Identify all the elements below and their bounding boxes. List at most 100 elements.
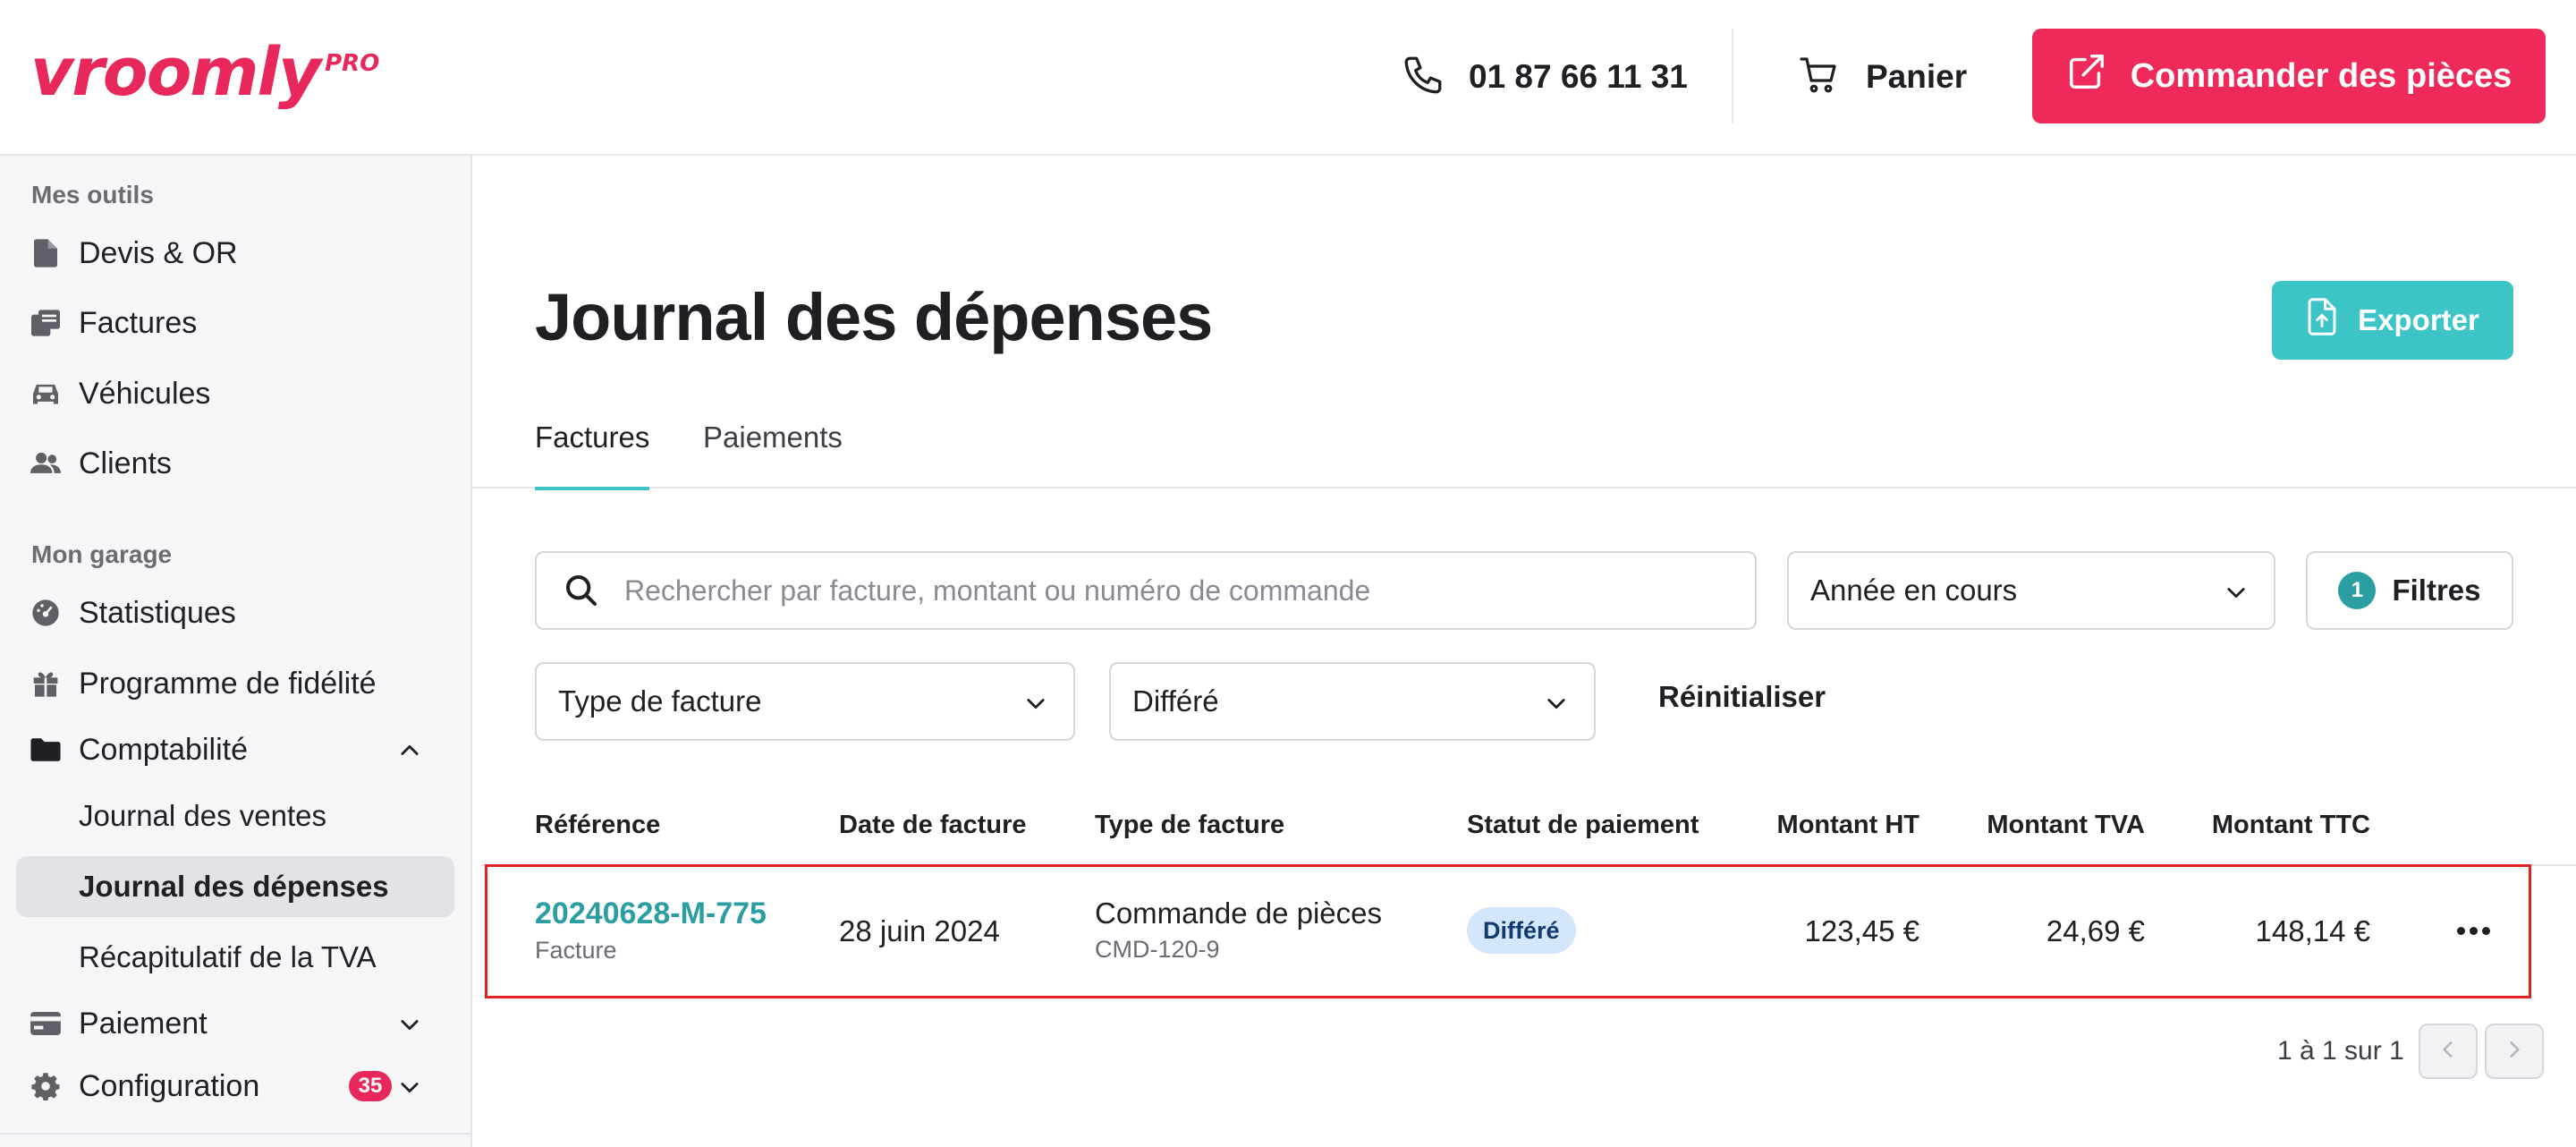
search-icon [564,573,599,608]
header-divider [1732,29,1733,123]
gear-icon [30,1071,61,1101]
invoice-type-select-value: Type de facture [558,684,762,718]
dot [2469,926,2478,935]
sidebar-subitem-sales-journal[interactable]: Journal des ventes [16,786,454,846]
section-title-garage: Mon garage [31,540,173,568]
invoice-icon [30,308,61,338]
amount-ht: 123,45 € [1804,914,1919,947]
sidebar-item-label: Devis & OR [79,235,238,270]
previous-page-button[interactable] [2419,1024,2478,1079]
chevron-up-icon [397,738,422,768]
sidebar-item-vehicles[interactable]: Véhicules [16,364,454,423]
card-icon [30,1008,61,1039]
external-link-icon [2066,51,2107,101]
order-number: CMD-120-9 [1095,936,1220,963]
notification-badge: 35 [349,1071,392,1101]
more-actions-icon[interactable] [2451,911,2496,950]
chevron-down-icon [2224,580,2249,609]
column-header-amount-ht: Montant HT [1776,811,1919,839]
sidebar-subitem-vat-summary[interactable]: Récapitulatif de la TVA [16,927,454,988]
sidebar-item-statistics[interactable]: Statistiques [16,583,454,642]
sidebar-item-accounting[interactable]: Comptabilité [16,720,454,779]
sidebar-item-label: Véhicules [79,376,211,411]
vroomly-logo[interactable]: vroomly PRO [30,32,379,113]
pagination-summary: 1 à 1 sur 1 [2277,1036,2404,1066]
sidebar-divider [0,1133,472,1134]
order-parts-button[interactable]: Commander des pièces [2032,29,2546,123]
page-title: Journal des dépenses [535,280,1213,354]
reference-cell: 20240628-M-775 Facture [535,896,767,964]
sidebar-item-label: Clients [79,446,172,480]
filters-button[interactable]: 1 Filtres [2306,551,2513,630]
dot [2481,926,2490,935]
filters-label: Filtres [2392,574,2481,607]
chevron-down-icon [1544,691,1569,720]
sidebar-subitem-label: Journal des dépenses [79,870,389,903]
invoice-type-select[interactable]: Type de facture [535,662,1075,741]
sidebar-item-label: Statistiques [79,595,236,630]
file-upload-icon [2306,298,2338,343]
sidebar-item-label: Configuration [79,1068,260,1103]
sidebar-item-label: Programme de fidélité [79,666,377,701]
sidebar-item-configuration[interactable]: Configuration 35 [16,1057,454,1116]
column-header-reference: Référence [535,811,661,839]
section-title-tools: Mes outils [31,181,154,208]
sidebar-item-quotes[interactable]: Devis & OR [16,224,454,283]
users-icon [30,448,61,479]
car-icon [30,378,61,409]
export-button[interactable]: Exporter [2272,281,2513,360]
sidebar-item-label: Comptabilité [79,732,248,767]
folder-icon [30,735,61,765]
reset-filters-button[interactable]: Réinitialiser [1658,680,1826,714]
phone-contact[interactable]: 01 87 66 11 31 [1401,50,1688,104]
sidebar: Mes outils Devis & OR Factures Véhicules… [0,156,472,1147]
logo-wordmark: vroomly [30,34,321,111]
column-header-payment-status: Statut de paiement [1467,811,1699,839]
search-input[interactable]: Rechercher par facture, montant ou numér… [535,551,1757,630]
invoice-reference-link[interactable]: 20240628-M-775 [535,896,767,931]
phone-number: 01 87 66 11 31 [1469,58,1688,95]
document-icon [30,238,61,268]
chevron-down-icon [397,1012,422,1041]
chevron-down-icon [397,1075,422,1104]
gauge-icon [30,598,61,628]
column-header-amount-ttc: Montant TTC [2211,811,2370,839]
tab-invoices[interactable]: Factures [535,412,650,490]
filters-count-badge: 1 [2338,572,2377,609]
order-parts-label: Commander des pièces [2130,56,2512,95]
sidebar-subitem-expense-journal[interactable]: Journal des dépenses [16,856,454,917]
sidebar-item-label: Paiement [79,1006,208,1041]
sidebar-item-clients[interactable]: Clients [16,434,454,493]
next-page-button[interactable] [2485,1024,2544,1079]
sidebar-subitem-label: Journal des ventes [79,799,327,832]
column-header-type: Type de facture [1095,811,1285,839]
logo-pro-badge: PRO [325,50,380,77]
reference-sub-label: Facture [535,937,617,964]
sidebar-item-loyalty[interactable]: Programme de fidélité [16,654,454,713]
amount-tva: 24,69 € [2046,914,2145,947]
dot [2456,926,2465,935]
search-placeholder: Rechercher par facture, montant ou numér… [624,574,1371,607]
year-select-value: Année en cours [1810,574,2018,607]
sidebar-item-invoices[interactable]: Factures [16,293,454,353]
tab-bar: Factures Paiements [472,412,2576,490]
sidebar-item-payment[interactable]: Paiement [16,994,454,1053]
gift-icon [30,668,61,699]
tab-payments[interactable]: Paiements [703,412,843,489]
tab-label: Paiements [703,421,843,454]
cart-icon [1798,54,1841,101]
payment-status-select-value: Différé [1132,684,1219,718]
chevron-left-icon [2436,1038,2460,1066]
sidebar-item-label: Factures [79,305,198,340]
chevron-down-icon [1023,691,1048,720]
cart-button[interactable]: Panier [1798,50,1967,104]
phone-icon [1401,53,1445,102]
status-badge: Différé [1467,907,1576,954]
chevron-right-icon [2503,1038,2526,1066]
column-header-date: Date de facture [839,811,1027,839]
status-cell: Différé [1467,907,1576,954]
invoice-date: 28 juin 2024 [839,914,1000,947]
payment-status-select[interactable]: Différé [1109,662,1596,741]
year-select[interactable]: Année en cours [1787,551,2275,630]
export-label: Exporter [2358,303,2479,336]
